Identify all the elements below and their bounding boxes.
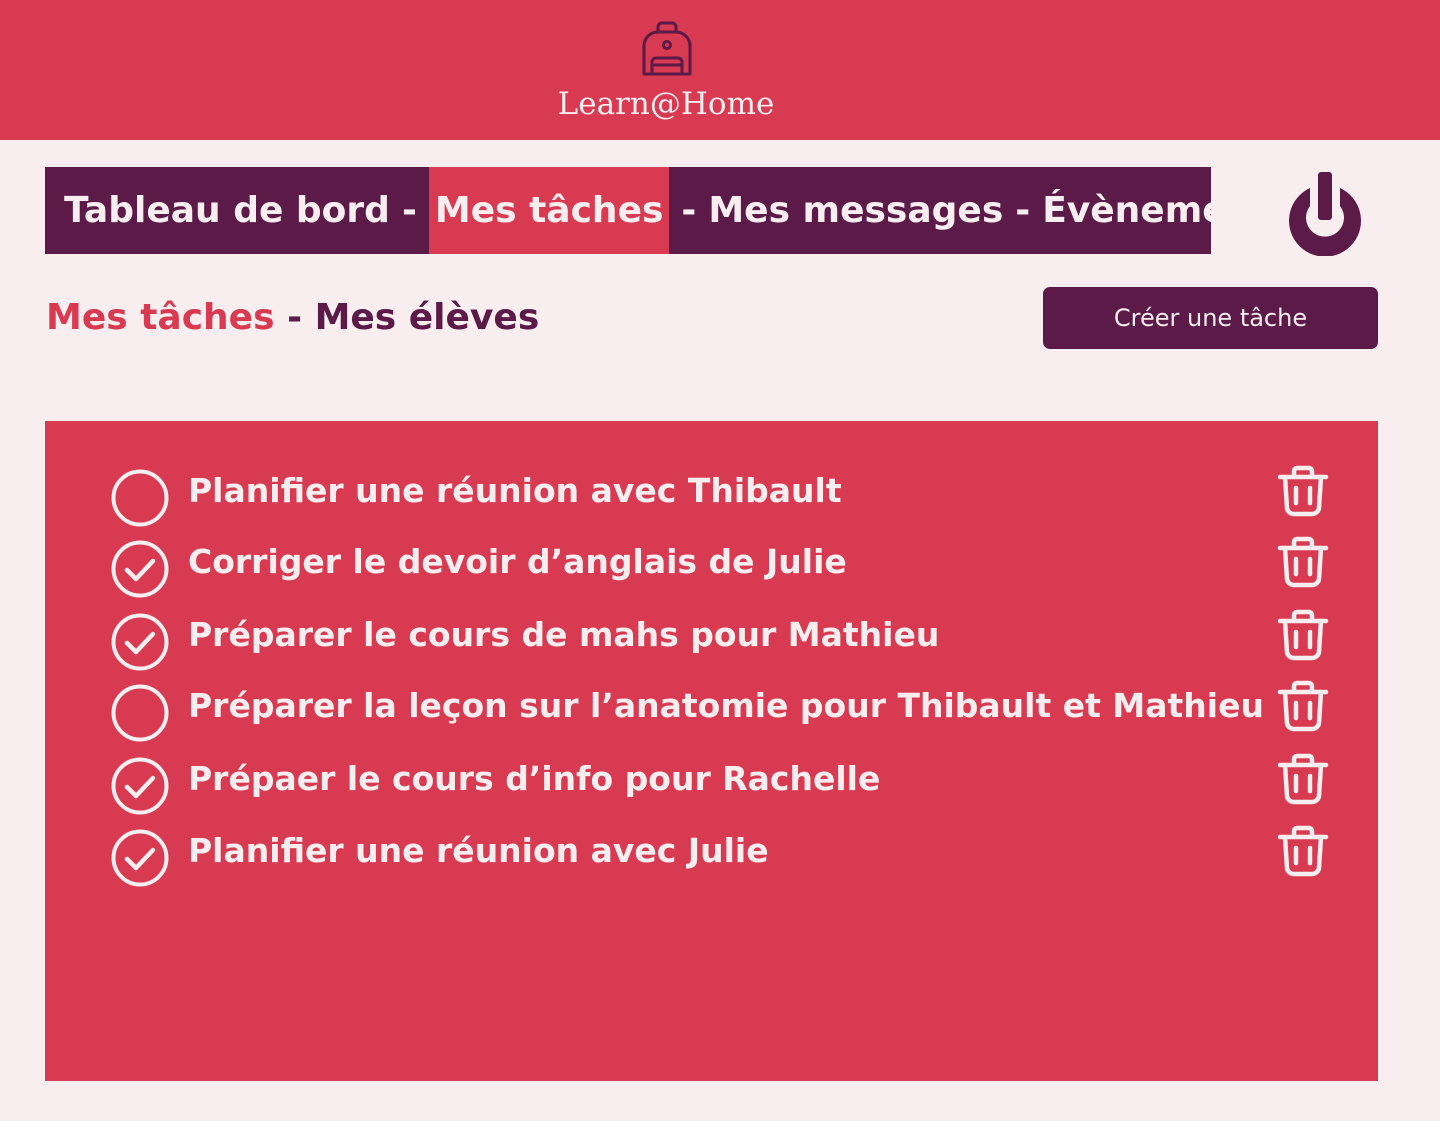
task-list: Planifier une réunion avec Thibault Corr…	[45, 421, 1378, 1081]
task-label: Prépaer le cours d’info pour Rachelle	[188, 759, 881, 798]
sub-nav: Mes tâches - Mes élèves	[46, 296, 539, 340]
check-circle-icon[interactable]	[110, 539, 170, 599]
main-nav: Tableau de bord - Mes tâches - Mes messa…	[45, 167, 1291, 254]
unchecked-circle-icon[interactable]	[110, 468, 170, 528]
task-label: Planifier une réunion avec Thibault	[188, 471, 842, 510]
subnav-my-students[interactable]: Mes élèves	[315, 297, 540, 338]
nav-separator: -	[401, 190, 417, 231]
check-circle-icon[interactable]	[110, 612, 170, 672]
power-icon[interactable]	[1287, 172, 1363, 256]
nav-item-my-tasks[interactable]: Mes tâches	[428, 167, 670, 254]
backpack-icon	[642, 21, 692, 76]
task-label: Préparer la leçon sur l’anatomie pour Th…	[188, 686, 1264, 725]
task-label: Corriger le devoir d’anglais de Julie	[188, 542, 847, 581]
trash-icon[interactable]	[1275, 823, 1331, 879]
task-item: Préparer le cours de mahs pour Mathieu	[45, 605, 1378, 671]
trash-icon[interactable]	[1275, 751, 1331, 807]
task-item: Préparer la leçon sur l’anatomie pour Th…	[45, 676, 1378, 742]
nav-separator: -	[1015, 190, 1031, 231]
task-label: Planifier une réunion avec Julie	[188, 831, 769, 870]
task-item: Prépaer le cours d’info pour Rachelle	[45, 749, 1378, 815]
task-item: Planifier une réunion avec Thibault	[45, 461, 1378, 527]
unchecked-circle-icon[interactable]	[110, 683, 170, 743]
task-label: Préparer le cours de mahs pour Mathieu	[188, 615, 940, 654]
subnav-my-tasks[interactable]: Mes tâches	[46, 297, 275, 338]
trash-icon[interactable]	[1275, 678, 1331, 734]
task-item: Planifier une réunion avec Julie	[45, 821, 1378, 887]
top-bar: Learn@Home	[0, 0, 1440, 140]
task-item: Corriger le devoir d’anglais de Julie	[45, 532, 1378, 598]
nav-item-events[interactable]: Évènements	[1042, 167, 1291, 254]
subnav-separator: -	[287, 297, 303, 338]
trash-icon[interactable]	[1275, 463, 1331, 519]
nav-separator: -	[681, 190, 697, 231]
check-circle-icon[interactable]	[110, 756, 170, 816]
nav-item-my-messages[interactable]: Mes messages	[708, 167, 1003, 254]
nav-item-dashboard[interactable]: Tableau de bord	[45, 167, 390, 254]
trash-icon[interactable]	[1275, 607, 1331, 663]
trash-icon[interactable]	[1275, 534, 1331, 590]
check-circle-icon[interactable]	[110, 828, 170, 888]
brand-name: Learn@Home	[557, 86, 775, 122]
create-task-button[interactable]: Créer une tâche	[1043, 287, 1378, 349]
